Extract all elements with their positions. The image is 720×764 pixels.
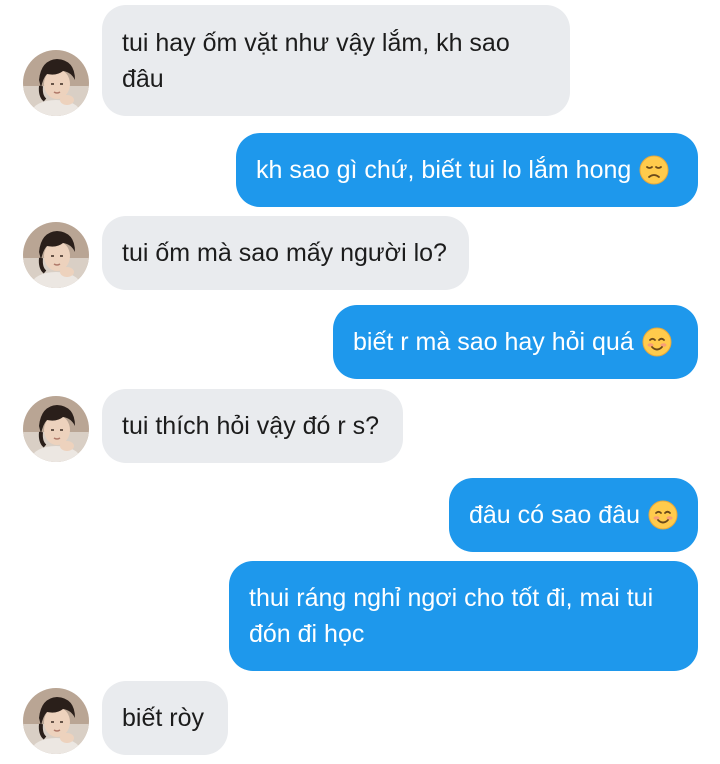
message-text: biết r mà sao hay hỏi quá (353, 328, 634, 356)
contact-avatar[interactable] (23, 396, 89, 462)
message-text-line: đón đi học (249, 620, 365, 648)
outgoing-message-bubble[interactable]: thui ráng nghỉ ngơi cho tốt đi, mai tui … (229, 561, 698, 671)
message-text: tui thích hỏi vậy đó r s? (122, 412, 380, 440)
contact-avatar[interactable] (23, 222, 89, 288)
contact-avatar[interactable] (23, 50, 89, 116)
outgoing-message-bubble[interactable]: biết r mà sao hay hỏi quá (333, 305, 698, 379)
outgoing-message-bubble[interactable]: kh sao gì chứ, biết tui lo lắm hong (236, 133, 698, 207)
chat-thread: tui hay ốm vặt như vậy lắm, kh sao đâu k… (0, 0, 720, 764)
message-text: biết ròy (122, 704, 204, 732)
incoming-message-bubble[interactable]: tui hay ốm vặt như vậy lắm, kh sao đâu (102, 5, 570, 116)
message-text: tui ốm mà sao mấy người lo? (122, 239, 447, 267)
incoming-message-bubble[interactable]: tui ốm mà sao mấy người lo? (102, 216, 469, 290)
message-text-line: thui ráng nghỉ ngơi cho tốt đi, mai tui (249, 584, 654, 612)
smiling-face-icon (648, 500, 678, 530)
contact-avatar[interactable] (23, 688, 89, 754)
message-text-line: tui hay ốm vặt như vậy lắm, kh sao (122, 28, 510, 57)
incoming-message-bubble[interactable]: biết ròy (102, 681, 228, 755)
message-text: kh sao gì chứ, biết tui lo lắm hong (256, 156, 632, 184)
smiling-face-icon (642, 327, 672, 357)
disappointed-face-icon (639, 155, 669, 185)
message-text: đâu có sao đâu (469, 501, 640, 529)
message-text-line: đâu (122, 64, 164, 93)
outgoing-message-bubble[interactable]: đâu có sao đâu (449, 478, 698, 552)
incoming-message-bubble[interactable]: tui thích hỏi vậy đó r s? (102, 389, 403, 463)
